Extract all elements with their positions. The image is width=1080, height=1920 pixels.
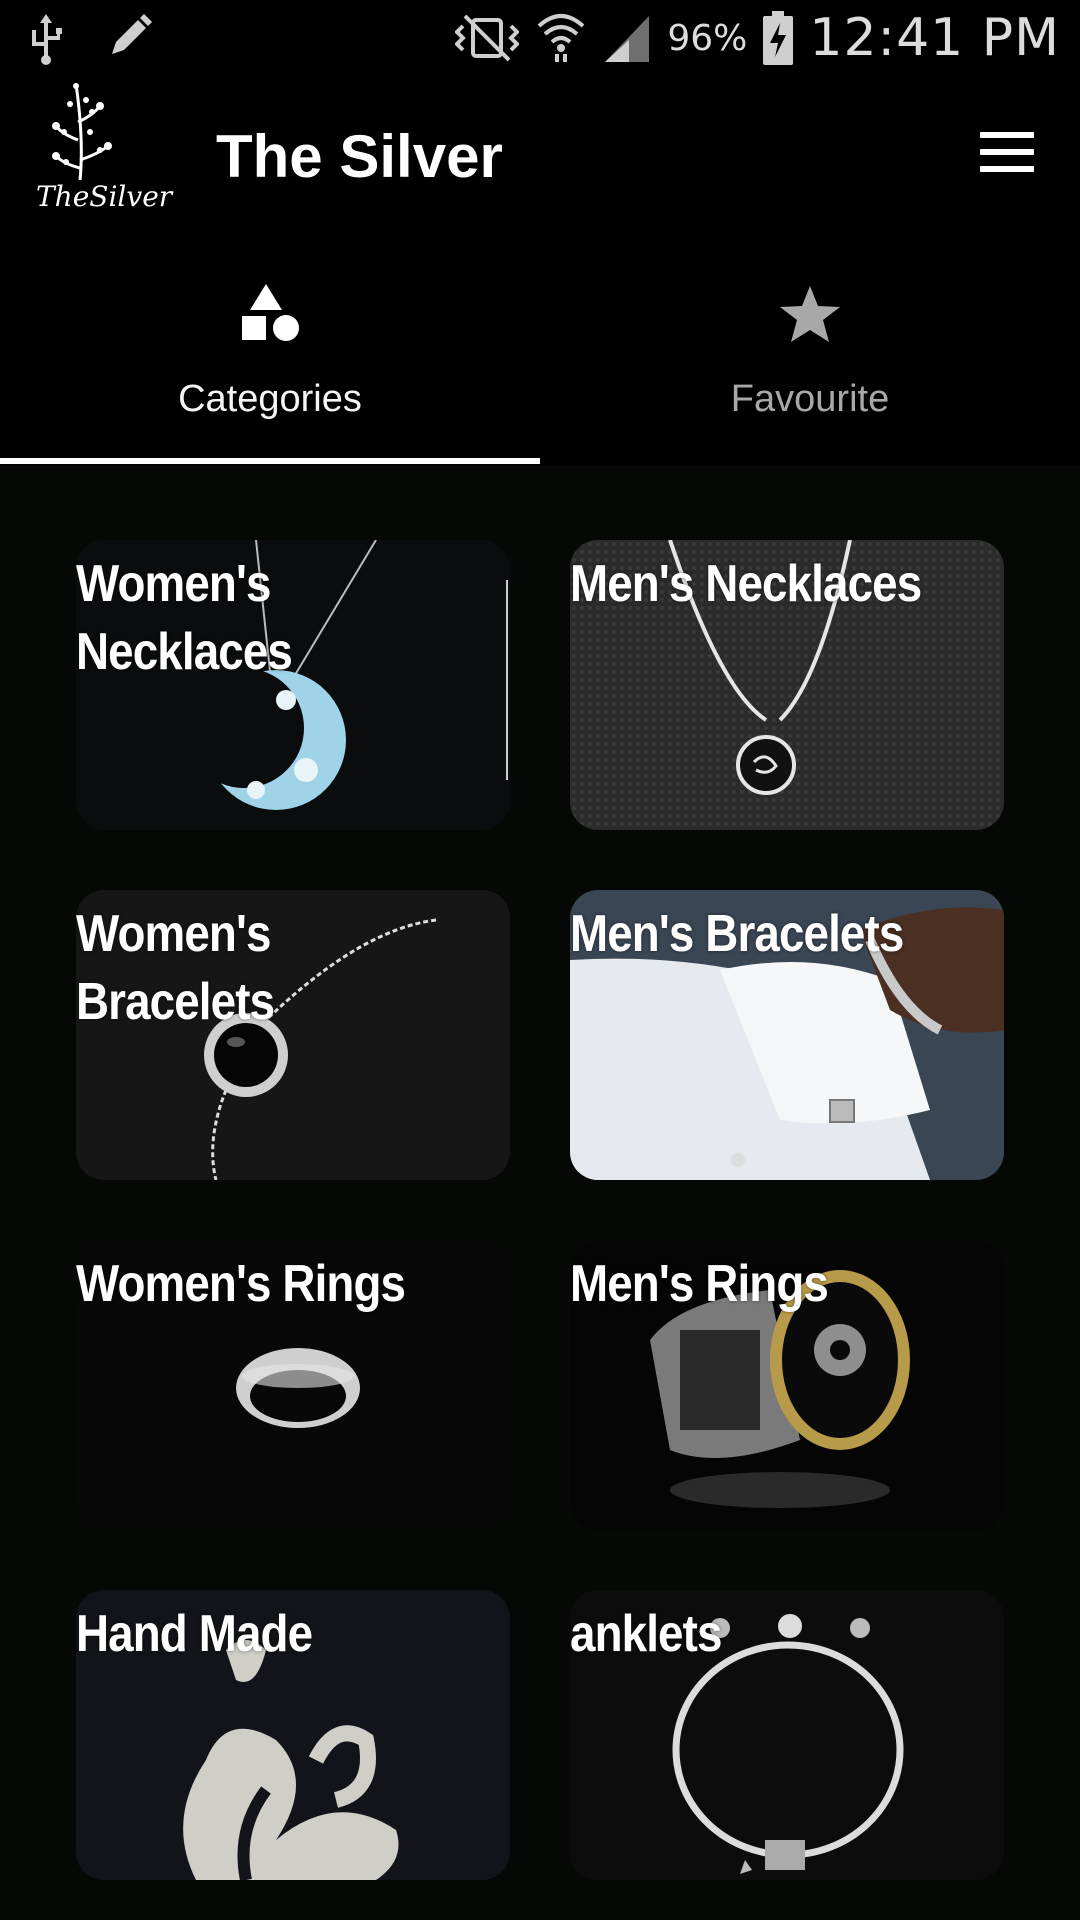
- category-card-mens-bracelets[interactable]: Men's Bracelets: [570, 890, 1004, 1180]
- category-label: Women's Rings: [76, 1255, 406, 1313]
- branch-icon: [52, 83, 112, 181]
- signal-icon: [605, 16, 650, 62]
- category-card-mens-necklaces[interactable]: Men's Necklaces: [570, 540, 1004, 830]
- category-label: Women's Necklaces: [76, 555, 293, 681]
- category-card-womens-rings[interactable]: Women's Rings: [76, 1240, 510, 1530]
- menu-button[interactable]: [980, 132, 1040, 182]
- category-card-womens-bracelets[interactable]: Women's Bracelets: [76, 890, 510, 1180]
- tab-bar: Categories Favourite: [0, 240, 1080, 466]
- battery-percent: 96%: [667, 17, 748, 59]
- app-bar: TheSilver The Silver: [0, 80, 1080, 240]
- app-logo: TheSilver: [28, 80, 172, 230]
- shapes-icon: [242, 284, 299, 341]
- category-label: anklets: [570, 1605, 722, 1663]
- category-card-anklets[interactable]: anklets: [570, 1590, 1004, 1880]
- tab-categories[interactable]: Categories: [0, 240, 540, 466]
- category-card-womens-necklaces[interactable]: Women's Necklaces: [76, 540, 510, 830]
- category-card-hand-made[interactable]: Hand Made: [76, 1590, 510, 1880]
- category-label: Men's Rings: [570, 1255, 829, 1313]
- tab-selected-indicator: [0, 458, 540, 464]
- tab-categories-label: Categories: [178, 378, 362, 420]
- vibrate-mute-icon: [455, 14, 520, 62]
- category-label: Men's Necklaces: [570, 555, 922, 613]
- tab-favourite-label: Favourite: [730, 378, 890, 420]
- status-time: 12:41 PM: [809, 8, 1060, 68]
- category-card-mens-rings[interactable]: Men's Rings: [570, 1240, 1004, 1530]
- tab-favourite[interactable]: Favourite: [540, 240, 1080, 466]
- status-bar: 96% 12:41 PM: [0, 0, 1080, 80]
- usb-icon: [32, 14, 62, 65]
- app-title: The Silver: [216, 123, 503, 190]
- category-label: Hand Made: [76, 1605, 313, 1663]
- battery-charging-icon: [763, 11, 794, 65]
- pencil-icon: [112, 14, 152, 54]
- category-label: Women's Bracelets: [76, 905, 275, 1031]
- star-icon: [780, 286, 840, 342]
- category-label: Men's Bracelets: [570, 905, 904, 963]
- wifi-icon: [538, 14, 585, 62]
- hamburger-menu-icon: [980, 132, 1040, 172]
- logo-text: TheSilver: [36, 180, 173, 213]
